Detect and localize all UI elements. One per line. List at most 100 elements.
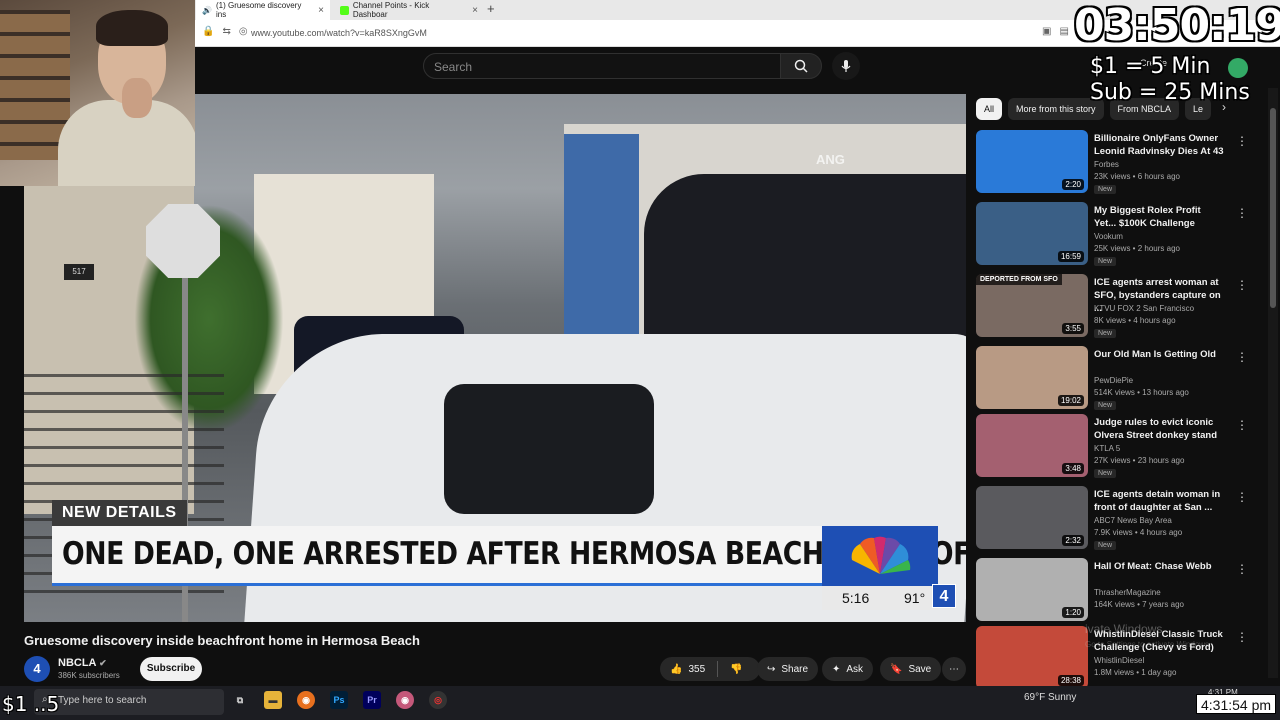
recommendation-channel[interactable]: PewDiePie — [1094, 376, 1133, 385]
like-count: 355 — [688, 663, 706, 675]
recommendation-channel[interactable]: Forbes — [1094, 160, 1119, 169]
video-thumbnail[interactable]: DEPORTED FROM SFO 3:55 — [976, 274, 1088, 337]
new-tab-button[interactable]: + — [487, 1, 495, 16]
video-thumbnail[interactable]: 1:20 — [976, 558, 1088, 621]
close-tab-icon[interactable]: × — [318, 5, 324, 16]
recommendation-item[interactable]: 3:48 Judge rules to evict iconic Olvera S… — [976, 414, 1266, 480]
video-duration: 2:20 — [1062, 179, 1084, 190]
more-vertical-icon[interactable]: ⋮ — [1236, 630, 1248, 644]
taskbar-weather[interactable]: 69°F Sunny — [1024, 692, 1076, 703]
tab-youtube-label: (1) Gruesome discovery ins — [215, 1, 302, 19]
recommendation-channel[interactable]: KTVU FOX 2 San Francisco — [1094, 304, 1194, 313]
bottom-dollar-overlay: $1 ..5 — [2, 692, 60, 716]
ask-button[interactable]: ✦ Ask — [822, 657, 874, 681]
recommendation-title[interactable]: Billionaire OnlyFans Owner Leonid Radvin… — [1094, 132, 1224, 158]
search-input[interactable]: Search — [423, 53, 781, 79]
subscriber-count: 386K subscribers — [58, 671, 120, 680]
video-duration: 2:32 — [1062, 535, 1084, 546]
more-actions-button[interactable]: ⋯ — [942, 657, 966, 681]
tab-youtube[interactable]: 🔊 (1) Gruesome discovery ins × — [196, 0, 330, 20]
streamer-hand — [122, 78, 152, 118]
search-placeholder: Search — [434, 60, 473, 74]
video-thumbnail[interactable]: 2:32 — [976, 486, 1088, 549]
recommendation-channel[interactable]: WhistlinDiesel — [1094, 656, 1144, 665]
account-avatar[interactable] — [1228, 58, 1248, 78]
tab-kick[interactable]: Channel Points - Kick Dashboar × — [334, 0, 484, 20]
recommendation-meta: 25K views • 2 hours ago — [1094, 244, 1180, 253]
recommendation-channel[interactable]: ThrasherMagazine — [1094, 588, 1161, 597]
video-title: Gruesome discovery inside beachfront hom… — [24, 633, 420, 648]
recommendation-item[interactable]: DEPORTED FROM SFO 3:55 ICE agents arrest w… — [976, 274, 1266, 340]
video-duration: 3:55 — [1062, 323, 1084, 334]
reader-icon[interactable]: ▤ — [1059, 26, 1068, 37]
more-vertical-icon[interactable]: ⋮ — [1236, 490, 1248, 504]
like-dislike-group: 👍 355 👎 — [660, 657, 760, 681]
recommendation-item[interactable]: 19:02 Our Old Man Is Getting Old PewDiePie… — [976, 346, 1266, 412]
firefox-dev-icon[interactable]: ◉ — [396, 691, 414, 709]
video-thumbnail[interactable]: 3:48 — [976, 414, 1088, 477]
thumbs-down-icon[interactable]: 👎 — [730, 664, 742, 675]
streamer-hair — [96, 10, 168, 46]
video-thumbnail[interactable]: 28:38 — [976, 626, 1088, 689]
lock-icon[interactable]: 🔒 — [202, 26, 214, 37]
recommendation-item[interactable]: 1:20 Hall Of Meat: Chase Webb ThrasherMaga… — [976, 558, 1266, 624]
subscribe-button[interactable]: Subscribe — [140, 657, 202, 681]
new-badge: New — [1094, 469, 1117, 478]
search-button[interactable] — [780, 53, 822, 79]
taskbar-search[interactable]: ⌕ Type here to search — [34, 689, 224, 715]
recommendation-title[interactable]: My Biggest Rolex Profit Yet... $100K Cha… — [1094, 204, 1224, 230]
recommendation-meta: 1.8M views • 1 day ago — [1094, 668, 1177, 677]
more-vertical-icon[interactable]: ⋮ — [1236, 206, 1248, 220]
recommendation-meta: 514K views • 13 hours ago — [1094, 388, 1189, 397]
site-info-icon[interactable]: ◎ — [239, 26, 248, 37]
more-vertical-icon[interactable]: ⋮ — [1236, 350, 1248, 364]
recommendation-title[interactable]: Hall Of Meat: Chase Webb — [1094, 560, 1224, 573]
firefox-icon[interactable]: ◉ — [297, 691, 315, 709]
recommendation-meta: 27K views • 23 hours ago — [1094, 456, 1185, 465]
recommendation-item[interactable]: 2:20 Billionaire OnlyFans Owner Leonid Ra… — [976, 130, 1266, 196]
video-thumbnail[interactable]: 16:59 — [976, 202, 1088, 265]
taskbar-search-placeholder: Type here to search — [58, 695, 147, 706]
activate-windows-subtext: Go to Settings to activate Windows. — [1085, 640, 1212, 649]
more-vertical-icon[interactable]: ⋮ — [1236, 562, 1248, 576]
verified-icon: ✔ — [99, 658, 107, 668]
share-label: Share — [781, 663, 809, 675]
scrollbar-thumb[interactable] — [1270, 108, 1276, 308]
recommendation-title[interactable]: Our Old Man Is Getting Old — [1094, 348, 1224, 361]
recommendation-channel[interactable]: KTLA 5 — [1094, 444, 1120, 453]
video-thumbnail[interactable]: 19:02 — [976, 346, 1088, 409]
ask-label: Ask — [846, 663, 864, 675]
sidebar-scrollbar[interactable] — [1268, 88, 1278, 678]
photoshop-icon[interactable]: Ps — [330, 691, 348, 709]
new-badge: New — [1094, 541, 1117, 550]
channel-avatar[interactable]: 4 — [24, 656, 50, 682]
subathon-timer: 03:50:19 — [1074, 0, 1280, 51]
channel-name[interactable]: NBCLA ✔ — [58, 657, 107, 669]
premiere-icon[interactable]: Pr — [363, 691, 381, 709]
voice-search-button[interactable] — [832, 52, 860, 80]
more-vertical-icon[interactable]: ⋮ — [1236, 278, 1248, 292]
screen: 🔊 (1) Gruesome discovery ins × Channel P… — [0, 0, 1280, 720]
recommendation-item[interactable]: 16:59 My Biggest Rolex Profit Yet... $100… — [976, 202, 1266, 268]
dollar-rule: $1 = 5 Min — [1090, 54, 1211, 79]
chip-all[interactable]: All — [976, 98, 1003, 120]
recommendation-channel[interactable]: Vookum — [1094, 232, 1123, 241]
broadcast-time: 5:16 — [842, 590, 870, 606]
like-button[interactable]: 👍 355 — [670, 664, 705, 675]
recommendation-channel[interactable]: ABC7 News Bay Area — [1094, 516, 1172, 525]
task-view-icon[interactable]: ⧉ — [231, 691, 249, 709]
recommendation-item[interactable]: 2:32 ICE agents detain woman in front of … — [976, 486, 1266, 552]
more-vertical-icon[interactable]: ⋮ — [1236, 418, 1248, 432]
recommendation-title[interactable]: Judge rules to evict iconic Olvera Stree… — [1094, 416, 1224, 442]
share-button[interactable]: ↪ Share — [757, 657, 819, 681]
tune-icon[interactable]: ⇆ — [222, 26, 230, 37]
screenshot-icon[interactable]: ▣ — [1042, 26, 1051, 37]
save-button[interactable]: 🔖 Save — [880, 657, 942, 681]
video-thumbnail[interactable]: 2:20 — [976, 130, 1088, 193]
recommendation-title[interactable]: ICE agents detain woman in front of daug… — [1094, 488, 1224, 514]
obs-icon[interactable]: ◎ — [429, 691, 447, 709]
file-explorer-icon[interactable]: ▬ — [264, 691, 282, 709]
url-field[interactable]: www.youtube.com/watch?v=kaR8SXngGvM — [251, 28, 427, 38]
more-vertical-icon[interactable]: ⋮ — [1236, 134, 1248, 148]
close-tab-icon[interactable]: × — [472, 5, 478, 16]
